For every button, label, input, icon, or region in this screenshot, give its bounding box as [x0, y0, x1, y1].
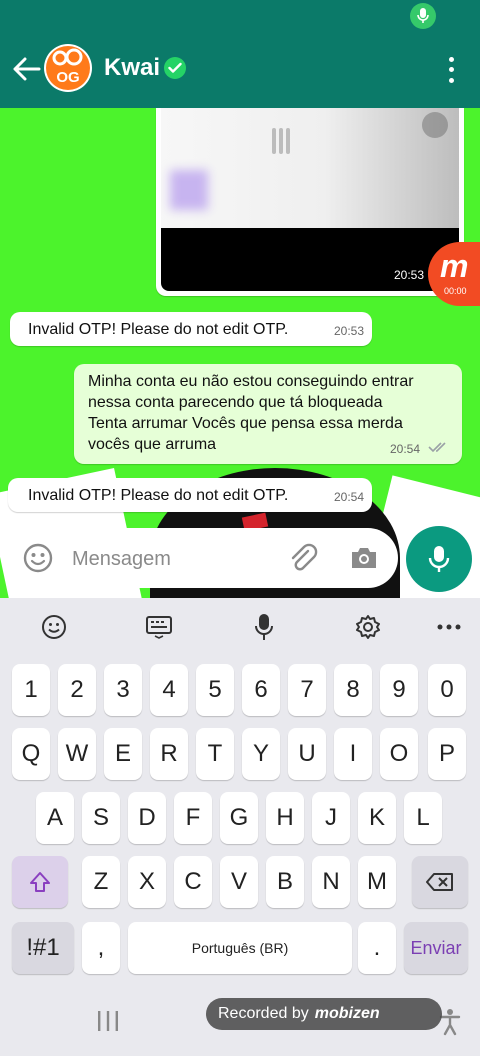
- message-time: 20:53: [333, 324, 364, 338]
- message-time: 20:54: [389, 442, 420, 456]
- comma-key[interactable]: ,: [82, 922, 120, 974]
- key-f[interactable]: F: [174, 792, 212, 844]
- key-t[interactable]: T: [196, 728, 234, 780]
- key-v[interactable]: V: [220, 856, 258, 908]
- shift-key[interactable]: [12, 856, 68, 908]
- key-1[interactable]: 1: [12, 664, 50, 716]
- mic-in-use-icon: [410, 3, 436, 29]
- emoji-keyboard-icon[interactable]: [39, 612, 69, 642]
- key-4[interactable]: 4: [150, 664, 188, 716]
- key-0[interactable]: 0: [428, 664, 466, 716]
- key-g[interactable]: G: [220, 792, 258, 844]
- contact-name[interactable]: Kwai: [104, 54, 160, 82]
- key-l[interactable]: L: [404, 792, 442, 844]
- period-key[interactable]: .: [358, 922, 396, 974]
- key-s[interactable]: S: [82, 792, 120, 844]
- key-h[interactable]: H: [266, 792, 304, 844]
- keyboard-mode-icon[interactable]: [144, 612, 174, 642]
- message-bubble[interactable]: Invalid OTP! Please do not edit OTP. 20:…: [10, 312, 372, 346]
- backspace-icon: [426, 873, 453, 891]
- key-2[interactable]: 2: [58, 664, 96, 716]
- sound-icon: [422, 112, 448, 138]
- key-w[interactable]: W: [58, 728, 96, 780]
- key-j[interactable]: J: [312, 792, 350, 844]
- voice-input-icon[interactable]: [249, 612, 279, 642]
- key-8[interactable]: 8: [334, 664, 372, 716]
- keyboard-toolbar: [0, 598, 480, 656]
- key-3[interactable]: 3: [104, 664, 142, 716]
- voice-record-button[interactable]: [406, 526, 472, 592]
- backspace-key[interactable]: [412, 856, 468, 908]
- key-e[interactable]: E: [104, 728, 142, 780]
- key-7[interactable]: 7: [288, 664, 326, 716]
- key-u[interactable]: U: [288, 728, 326, 780]
- verified-badge-icon: [164, 57, 186, 79]
- shift-arrow-icon: [30, 872, 50, 892]
- key-q[interactable]: Q: [12, 728, 50, 780]
- recorder-timer: 00:00: [444, 286, 467, 296]
- key-x[interactable]: X: [128, 856, 166, 908]
- key-p[interactable]: P: [428, 728, 466, 780]
- message-bubble[interactable]: Minha conta eu não estou conseguindo ent…: [74, 364, 462, 464]
- recent-apps-icon[interactable]: [96, 1010, 120, 1037]
- key-6[interactable]: 6: [242, 664, 280, 716]
- key-d[interactable]: D: [128, 792, 166, 844]
- attach-icon[interactable]: [286, 542, 320, 576]
- symbols-key[interactable]: !#1: [12, 922, 74, 974]
- message-text: Invalid OTP! Please do not edit OTP.: [28, 487, 289, 504]
- media-thumbnail[interactable]: [161, 108, 459, 228]
- more-options-icon[interactable]: [440, 54, 462, 86]
- avatar-logo-text: OG: [56, 69, 79, 86]
- message-input[interactable]: [70, 540, 274, 578]
- screen-recorder-bubble[interactable]: m 00:00: [428, 242, 480, 306]
- key-i[interactable]: I: [334, 728, 372, 780]
- message-time: 20:54: [333, 490, 364, 504]
- message-composer: [8, 528, 398, 588]
- media-blur: [170, 170, 208, 210]
- avatar[interactable]: OG: [44, 44, 92, 92]
- key-b[interactable]: B: [266, 856, 304, 908]
- key-r[interactable]: R: [150, 728, 188, 780]
- message-text: Invalid OTP! Please do not edit OTP.: [28, 321, 289, 338]
- mobizen-logo-icon: m: [440, 248, 469, 284]
- back-arrow-icon[interactable]: [10, 52, 44, 86]
- key-y[interactable]: Y: [242, 728, 280, 780]
- media-message[interactable]: 20:53: [156, 108, 464, 296]
- message-bubble[interactable]: Invalid OTP! Please do not edit OTP. 20:…: [8, 478, 372, 512]
- key-m[interactable]: M: [358, 856, 396, 908]
- emoji-icon[interactable]: [22, 542, 54, 574]
- key-5[interactable]: 5: [196, 664, 234, 716]
- key-9[interactable]: 9: [380, 664, 418, 716]
- key-z[interactable]: Z: [82, 856, 120, 908]
- media-overlay-icon: [272, 128, 292, 154]
- chat-area[interactable]: 20:53 m 00:00 Invalid OTP! Please do not…: [0, 108, 480, 598]
- recording-watermark: Recorded by mobizen: [206, 998, 442, 1030]
- message-text: Minha conta eu não estou conseguindo ent…: [88, 373, 414, 453]
- mobizen-logo: mobizen: [314, 1005, 380, 1022]
- on-screen-keyboard: 1 2 3 4 5 6 7 8 9 0 Q W E R T Y U I O P …: [0, 598, 480, 1056]
- camera-icon[interactable]: [348, 542, 380, 574]
- key-n[interactable]: N: [312, 856, 350, 908]
- read-receipt-icon: [428, 438, 450, 459]
- chat-header: OG Kwai: [0, 32, 480, 108]
- status-bar: [0, 0, 480, 32]
- mic-icon: [428, 546, 450, 572]
- key-c[interactable]: C: [174, 856, 212, 908]
- key-a[interactable]: A: [36, 792, 74, 844]
- send-key[interactable]: Enviar: [404, 922, 468, 974]
- recorded-by-text: Recorded by: [218, 1005, 309, 1022]
- settings-gear-icon[interactable]: [353, 612, 383, 642]
- more-tools-icon[interactable]: [434, 612, 464, 642]
- message-time: 20:53: [393, 268, 424, 282]
- space-key[interactable]: Português (BR): [128, 922, 352, 974]
- key-o[interactable]: O: [380, 728, 418, 780]
- key-k[interactable]: K: [358, 792, 396, 844]
